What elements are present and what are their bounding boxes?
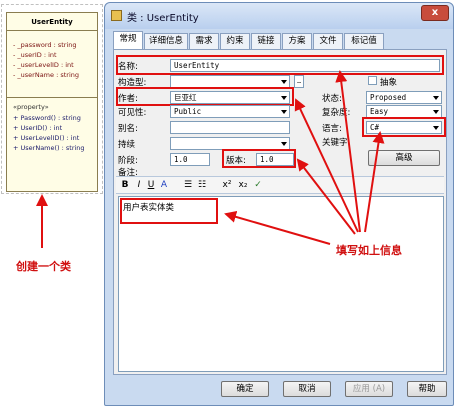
- uml-class-box[interactable]: UserEntity - _password : string - _userI…: [6, 12, 98, 192]
- uml-stereotype: «property»: [13, 103, 49, 111]
- help-button[interactable]: 帮助: [407, 381, 447, 397]
- tab-strip: 常规 详细信息 需求 约束 链接 方案 文件 标记值: [113, 31, 447, 49]
- tab-requirements[interactable]: 需求: [189, 33, 219, 49]
- dialog-title: 类 : UserEntity: [127, 13, 199, 24]
- uml-attribute: - _userName : string: [13, 71, 79, 79]
- tab-constraints[interactable]: 约束: [220, 33, 250, 49]
- dialog-titlebar[interactable]: 类 : UserEntity x: [105, 3, 453, 29]
- subscript-button[interactable]: x₂: [236, 179, 250, 192]
- chevron-down-icon: [281, 110, 287, 114]
- ok-button[interactable]: 确定: [221, 381, 269, 397]
- chevron-down-icon: [281, 142, 287, 146]
- uml-attribute: - _userID : int: [13, 51, 57, 59]
- uml-operation: + UserLevelID() : int: [13, 134, 80, 142]
- apply-button[interactable]: 应用 (A): [345, 381, 393, 397]
- italic-button[interactable]: I: [134, 179, 144, 192]
- uml-operation: + Password() : string: [13, 114, 81, 122]
- persistence-label: 持续: [118, 140, 136, 150]
- general-tab-panel: 名称: UserEntity 构造型: … 抽象 作者: 巨亚红 状态: Pro…: [113, 49, 447, 375]
- version-highlight: [222, 149, 296, 168]
- chevron-down-icon: [433, 96, 439, 100]
- chevron-down-icon: [281, 80, 287, 84]
- font-color-button[interactable]: A: [158, 179, 170, 192]
- annotation-fill-info: 填写如上信息: [336, 244, 402, 257]
- cancel-button[interactable]: 取消: [283, 381, 331, 397]
- bold-button[interactable]: B: [120, 179, 130, 192]
- uml-divider: [7, 97, 97, 98]
- uml-attribute: - _password : string: [13, 41, 77, 49]
- advanced-button[interactable]: 高级: [368, 150, 440, 166]
- uml-class-name: UserEntity: [7, 13, 97, 31]
- numbering-button[interactable]: ☷: [196, 179, 208, 192]
- stereotype-browse-button[interactable]: …: [294, 75, 304, 88]
- alias-field[interactable]: [170, 121, 290, 134]
- uml-attribute: - _userLevelID : int: [13, 61, 74, 69]
- visibility-label: 可见性:: [118, 108, 147, 118]
- status-label: 状态:: [322, 94, 342, 104]
- abstract-checkbox[interactable]: [368, 76, 377, 85]
- class-properties-dialog: 类 : UserEntity x 常规 详细信息 需求 约束 链接 方案 文件 …: [104, 2, 454, 406]
- tab-files[interactable]: 文件: [313, 33, 343, 49]
- tab-links[interactable]: 链接: [251, 33, 281, 49]
- abstract-label: 抽象: [380, 78, 398, 88]
- keywords-label: 关键字: [322, 138, 348, 148]
- phase-label: 阶段:: [118, 156, 138, 166]
- tab-scenarios[interactable]: 方案: [282, 33, 312, 49]
- status-dropdown[interactable]: Proposed: [366, 91, 442, 104]
- visibility-dropdown[interactable]: Public: [170, 105, 290, 118]
- notes-toolbar: B I U A ☰ ☷ x² x₂ ✓: [116, 176, 444, 194]
- language-label: 语言:: [322, 124, 342, 134]
- superscript-button[interactable]: x²: [220, 179, 234, 192]
- tab-general[interactable]: 常规: [113, 31, 143, 49]
- class-icon: [111, 10, 122, 21]
- phase-field[interactable]: 1.0: [170, 153, 210, 166]
- bullets-button[interactable]: ☰: [182, 179, 194, 192]
- name-highlight: [116, 55, 444, 75]
- uml-operation: + UserID() : int: [13, 124, 63, 132]
- language-highlight: [362, 117, 446, 137]
- chevron-down-icon: [433, 110, 439, 114]
- complexity-label: 复杂度:: [322, 108, 351, 118]
- uml-operation: + UserName() : string: [13, 144, 85, 152]
- tab-tagged-values[interactable]: 标记值: [344, 33, 384, 49]
- annotation-create-class: 创建一个类: [16, 260, 71, 273]
- close-button[interactable]: x: [421, 5, 449, 21]
- spellcheck-button[interactable]: ✓: [252, 179, 264, 192]
- underline-button[interactable]: U: [146, 179, 156, 192]
- notes-highlight: [120, 198, 218, 224]
- alias-label: 别名:: [118, 124, 138, 134]
- tab-details[interactable]: 详细信息: [144, 33, 188, 49]
- author-highlight: [116, 87, 294, 106]
